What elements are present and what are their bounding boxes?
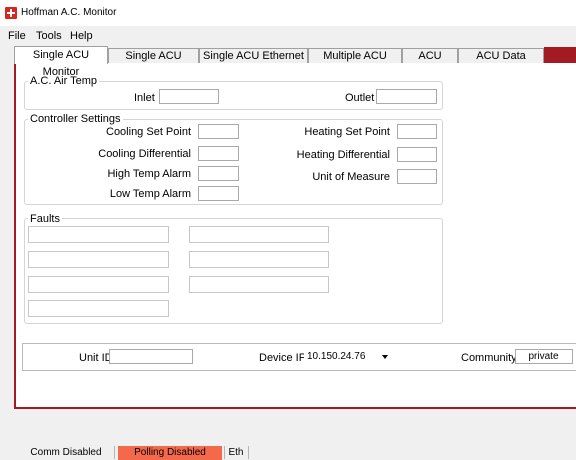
menu-help[interactable]: Help: [68, 28, 95, 44]
tab-acu-faults[interactable]: ACU Faults: [402, 48, 458, 77]
controller-settings-group-label: Controller Settings: [28, 113, 123, 125]
community-label: Community: [461, 352, 517, 364]
fault-field-2[interactable]: [189, 226, 329, 243]
cooling-differential-field[interactable]: [198, 146, 239, 161]
cooling-differential-label: Cooling Differential: [98, 148, 191, 160]
tab-strip: Single ACU Monitor Single ACU Settings S…: [14, 46, 576, 78]
cooling-set-point-label: Cooling Set Point: [106, 126, 191, 138]
heating-set-point-field[interactable]: [397, 124, 437, 139]
community-field[interactable]: private: [515, 349, 573, 364]
status-bar: Comm Disabled Polling Disabled Eth: [0, 443, 576, 460]
high-temp-alarm-label: High Temp Alarm: [107, 168, 191, 180]
fault-field-5[interactable]: [28, 276, 169, 293]
fault-field-4[interactable]: [189, 251, 329, 268]
unit-of-measure-label: Unit of Measure: [312, 171, 390, 183]
tab-multiple-acu-monitor[interactable]: Multiple ACU Monitor: [308, 48, 402, 77]
outlet-field[interactable]: [376, 89, 437, 104]
fault-field-1[interactable]: [28, 226, 169, 243]
fault-field-6[interactable]: [189, 276, 329, 293]
community-value: private: [528, 351, 559, 362]
connection-mode-status: Eth: [228, 447, 244, 458]
page-bottom-border: [14, 407, 576, 409]
dropdown-caret-icon[interactable]: [382, 355, 388, 359]
window-title: Hoffman A.C. Monitor: [21, 7, 117, 18]
fault-field-3[interactable]: [28, 251, 169, 268]
polling-status: Polling Disabled: [118, 446, 222, 460]
device-ip-value: 10.150.24.76: [307, 351, 366, 362]
title-bar: Hoffman A.C. Monitor: [0, 0, 576, 26]
status-divider: [114, 446, 115, 459]
faults-group-label: Faults: [28, 213, 62, 225]
heating-differential-label: Heating Differential: [296, 149, 390, 161]
tab-single-acu-monitor[interactable]: Single ACU Monitor: [14, 46, 108, 78]
tab-single-acu-settings[interactable]: Single ACU Settings: [108, 48, 199, 77]
inlet-field[interactable]: [159, 89, 219, 104]
heating-set-point-label: Heating Set Point: [304, 126, 390, 138]
heating-differential-field[interactable]: [397, 147, 437, 162]
device-ip-label: Device IP: [259, 352, 307, 364]
fault-field-7[interactable]: [28, 300, 169, 317]
tab-acu-data-logging[interactable]: ACU Data Logging: [458, 48, 544, 77]
unit-id-field[interactable]: [109, 349, 193, 364]
outlet-label: Outlet: [345, 92, 375, 104]
status-divider: [248, 446, 249, 459]
low-temp-alarm-field[interactable]: [198, 186, 239, 201]
inlet-label: Inlet: [134, 92, 155, 104]
comm-status: Comm Disabled: [30, 447, 102, 458]
cooling-set-point-field[interactable]: [198, 124, 239, 139]
unit-of-measure-field[interactable]: [397, 169, 437, 184]
menu-tools[interactable]: Tools: [34, 28, 64, 44]
high-temp-alarm-field[interactable]: [198, 166, 239, 181]
app-logo-icon: [5, 7, 17, 19]
unit-id-label: Unit ID: [79, 352, 113, 364]
menu-file[interactable]: File: [6, 28, 28, 44]
menu-bar: File Tools Help: [0, 28, 576, 44]
tab-single-acu-ethernet-info[interactable]: Single ACU Ethernet Info: [199, 48, 308, 77]
device-ip-dropdown[interactable]: 10.150.24.76: [304, 349, 388, 364]
low-temp-alarm-label: Low Temp Alarm: [109, 188, 191, 200]
status-divider: [224, 446, 225, 459]
